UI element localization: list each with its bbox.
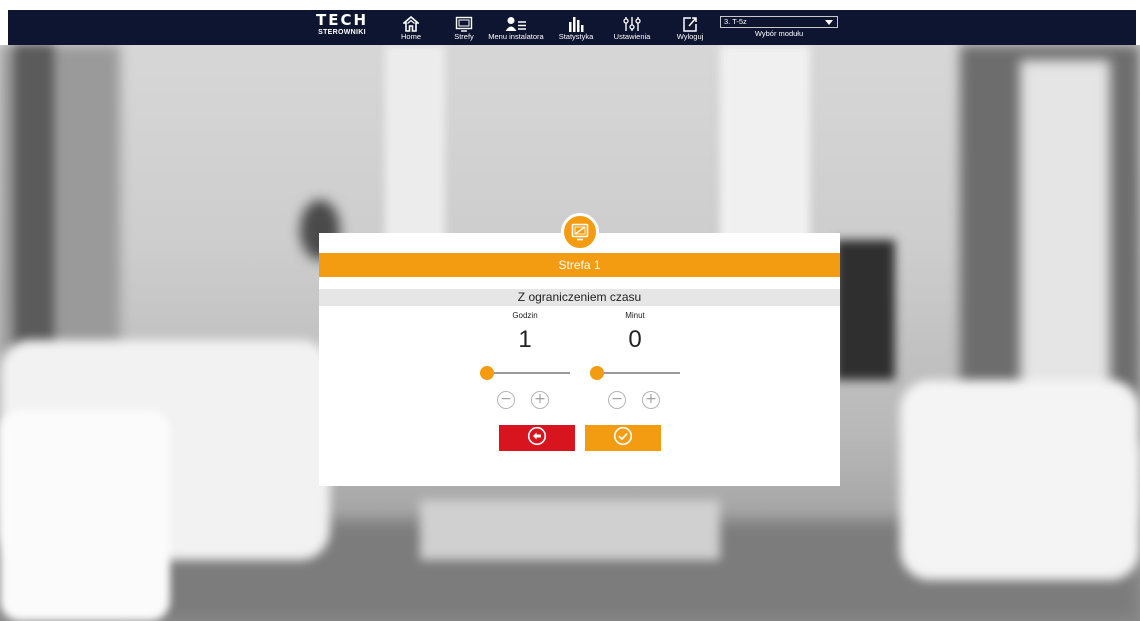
hours-label: Godzin: [512, 311, 538, 320]
bg-sofa: [0, 410, 170, 621]
dialog-title: Strefa 1: [319, 253, 840, 277]
nav-installer-menu[interactable]: Menu instalatora: [480, 12, 552, 43]
logo-subtitle: STEROWNIKI: [318, 29, 366, 36]
nav-settings-label: Ustawienia: [613, 32, 651, 41]
bg-fireplace: [835, 240, 895, 380]
module-select[interactable]: 3. T-5z: [720, 16, 838, 28]
bg-sofa: [900, 380, 1140, 580]
minutes-slider-knob[interactable]: [590, 366, 604, 380]
module-selector: 3. T-5z Wybór modułu: [720, 16, 838, 42]
top-bar: TECH STEROWNIKI Home Strefy Menu instala…: [0, 0, 1140, 45]
undo-icon: [527, 426, 547, 451]
minutes-column: Minut 0: [580, 310, 690, 356]
settings-icon: [623, 12, 641, 32]
confirm-button[interactable]: [585, 425, 661, 451]
nav-logout-label: Wyloguj: [676, 32, 704, 41]
hours-slider-knob[interactable]: [480, 366, 494, 380]
nav-logout[interactable]: Wyloguj: [672, 12, 708, 43]
hours-slider[interactable]: [480, 366, 570, 380]
nav-settings[interactable]: Ustawienia: [608, 12, 656, 43]
check-icon: [613, 426, 633, 451]
logo-mark: TECH: [315, 11, 369, 29]
nav-statistics-label: Statystyka: [558, 32, 594, 41]
nav-installer-label: Menu instalatora: [488, 32, 544, 41]
nav-zones[interactable]: Strefy: [448, 12, 480, 43]
zones-icon: [455, 12, 473, 32]
minutes-increment-button[interactable]: +: [642, 391, 660, 409]
tech-logo[interactable]: TECH STEROWNIKI: [310, 12, 374, 42]
hours-value: 1: [518, 326, 532, 353]
hours-decrement-button[interactable]: −: [497, 391, 515, 409]
installer-icon: [505, 12, 527, 32]
zone-monitor-icon: [561, 213, 599, 251]
hours-column: Godzin 1: [470, 310, 580, 356]
nav-home[interactable]: Home: [394, 12, 428, 43]
statistics-icon: [568, 12, 584, 32]
nav-statistics[interactable]: Statystyka: [552, 12, 600, 43]
bg-window-light: [1020, 60, 1110, 420]
cancel-button[interactable]: [499, 425, 575, 451]
minutes-slider[interactable]: [590, 366, 680, 380]
module-select-caption: Wybór modułu: [754, 29, 804, 38]
bg-table: [420, 500, 720, 560]
home-icon: [403, 12, 419, 32]
chevron-down-icon: [825, 20, 833, 25]
hours-increment-button[interactable]: +: [531, 391, 549, 409]
minutes-decrement-button[interactable]: −: [608, 391, 626, 409]
minutes-label: Minut: [625, 311, 645, 320]
dialog-subtitle: Z ograniczeniem czasu: [319, 289, 840, 306]
module-select-value: 3. T-5z: [724, 17, 747, 26]
minutes-value: 0: [628, 326, 642, 353]
logout-icon: [682, 12, 698, 32]
nav-home-label: Home: [400, 32, 421, 41]
nav-zones-label: Strefy: [454, 32, 474, 41]
